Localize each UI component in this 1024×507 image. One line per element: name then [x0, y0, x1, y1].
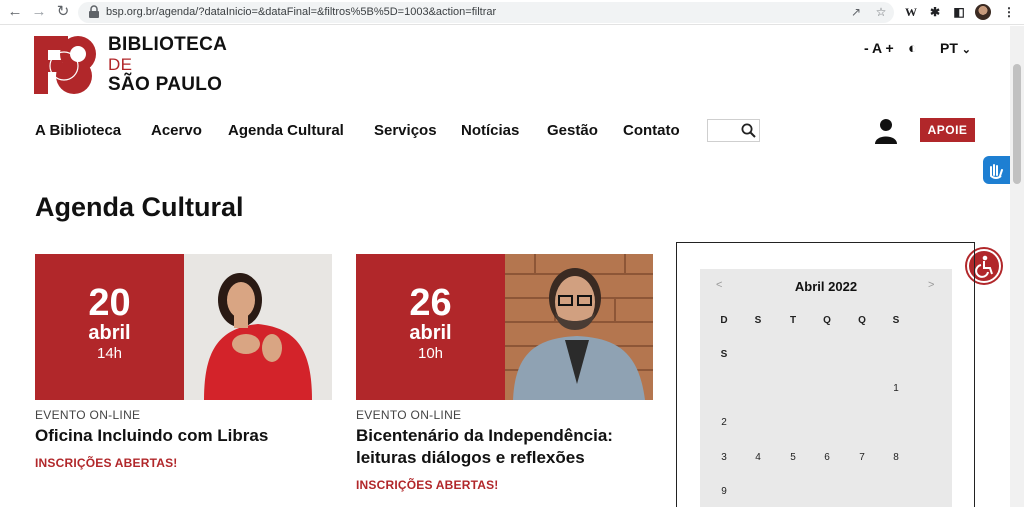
side-panel-icon[interactable]: ◧ — [950, 3, 968, 21]
user-account-icon[interactable] — [875, 118, 897, 144]
search-input[interactable] — [707, 119, 760, 142]
menu-item-servicos[interactable]: Serviços — [374, 122, 437, 139]
event-title[interactable]: Bicentenário da Independência: leituras … — [356, 425, 653, 469]
logo-line-3: SÃO PAULO — [108, 74, 223, 95]
event-day: 26 — [409, 282, 452, 324]
weekday-label: S — [892, 315, 900, 326]
calendar-month-title: Abril 2022 — [794, 279, 858, 294]
weekday-label: Q — [823, 315, 831, 326]
wikipedia-extension-icon[interactable]: W — [902, 3, 920, 21]
share-icon[interactable]: ↗ — [848, 4, 864, 20]
menu-item-a-biblioteca[interactable]: A Biblioteca — [35, 122, 121, 139]
logo-line-2: DE — [108, 55, 133, 74]
weekday-label: D — [720, 315, 728, 326]
calendar-day[interactable]: 9 — [714, 486, 734, 497]
reload-icon[interactable]: ↻ — [54, 3, 72, 21]
event-card[interactable]: 26 abril 10h EVENTO ON-LINE Bicentenário… — [356, 254, 653, 492]
calendar-next-button[interactable]: > — [928, 279, 934, 291]
page-scrollbar[interactable] — [1010, 26, 1024, 507]
event-date-block: 26 abril 10h — [356, 254, 505, 400]
browser-toolbar: ← → ↻ bsp.org.br/agenda/?dataInicio=&dat… — [0, 0, 1024, 25]
calendar-day[interactable]: 8 — [886, 452, 906, 463]
chevron-down-icon: ⌄ — [961, 44, 971, 56]
calendar-day[interactable]: 5 — [783, 452, 803, 463]
calendar-day[interactable]: 4 — [748, 452, 768, 463]
page-title: Agenda Cultural — [35, 192, 244, 222]
calendar-day[interactable]: 3 — [714, 452, 734, 463]
profile-avatar[interactable] — [975, 4, 991, 20]
event-type: EVENTO ON-LINE — [356, 408, 462, 422]
calendar-day[interactable]: 6 — [817, 452, 837, 463]
event-month: abril — [409, 322, 452, 344]
calendar-day[interactable]: 2 — [714, 417, 734, 428]
event-hour: 14h — [96, 345, 123, 362]
event-date-block: 20 abril 14h — [35, 254, 184, 400]
calendar-day[interactable]: 7 — [852, 452, 872, 463]
libras-hands-icon[interactable] — [983, 156, 1010, 184]
calendar-widget: < Abril 2022 > D S T Q Q S S 1 2 3 4 5 6… — [676, 242, 975, 507]
event-title-line-1: Bicentenário da Independência: — [356, 426, 613, 445]
event-type: EVENTO ON-LINE — [35, 408, 141, 422]
event-card-image[interactable]: 20 abril 14h — [35, 254, 332, 400]
weekday-label: S — [754, 315, 762, 326]
bsp-logo-icon[interactable] — [34, 36, 100, 94]
event-photo — [184, 254, 332, 400]
event-status: INSCRIÇÕES ABERTAS! — [35, 456, 178, 470]
menu-kebab-icon[interactable]: ⋮ — [1000, 3, 1018, 21]
back-icon[interactable]: ← — [6, 3, 24, 21]
contrast-icon[interactable]: ◐ — [908, 40, 917, 57]
calendar-day[interactable]: 1 — [886, 383, 906, 394]
site-logo-text[interactable]: BIBLIOTECA DE SÃO PAULO — [108, 35, 227, 95]
menu-item-acervo[interactable]: Acervo — [151, 122, 202, 139]
event-title-line-2: leituras diálogos e reflexões — [356, 448, 585, 467]
address-bar[interactable]: bsp.org.br/agenda/?dataInicio=&dataFinal… — [78, 2, 894, 23]
search-icon[interactable] — [741, 123, 756, 138]
weekday-label: S — [720, 349, 728, 360]
url-text: bsp.org.br/agenda/?dataInicio=&dataFinal… — [106, 6, 497, 18]
menu-item-noticias[interactable]: Notícias — [461, 122, 519, 139]
lock-icon — [89, 5, 99, 18]
page: BIBLIOTECA DE SÃO PAULO - A + ◐ PT ⌄ A B… — [0, 26, 1010, 507]
language-selector[interactable]: PT ⌄ — [940, 40, 971, 56]
event-card-image[interactable]: 26 abril 10h — [356, 254, 653, 400]
scrollbar-thumb[interactable] — [1013, 64, 1021, 184]
menu-item-contato[interactable]: Contato — [623, 122, 680, 139]
calendar: < Abril 2022 > D S T Q Q S S 1 2 3 4 5 6… — [700, 269, 952, 507]
forward-icon[interactable]: → — [30, 3, 48, 21]
extensions-puzzle-icon[interactable]: ✱ — [926, 3, 944, 21]
bookmark-star-icon[interactable]: ☆ — [873, 4, 889, 20]
event-month: abril — [88, 322, 131, 344]
event-day: 20 — [88, 282, 131, 324]
logo-line-1: BIBLIOTECA — [108, 34, 228, 55]
event-card[interactable]: 20 abril 14h EVENTO ON-LINE Oficina Incl… — [35, 254, 332, 470]
event-hour: 10h — [417, 345, 444, 362]
menu-item-gestao[interactable]: Gestão — [547, 122, 598, 139]
font-size-control[interactable]: - A + — [864, 40, 894, 56]
apoie-button[interactable]: APOIE — [920, 118, 975, 142]
language-label: PT — [940, 40, 958, 56]
event-title[interactable]: Oficina Incluindo com Libras — [35, 425, 332, 447]
weekday-label: Q — [858, 315, 866, 326]
event-photo — [505, 254, 653, 400]
menu-item-agenda-cultural[interactable]: Agenda Cultural — [228, 122, 344, 139]
weekday-label: T — [789, 315, 797, 326]
event-status: INSCRIÇÕES ABERTAS! — [356, 478, 499, 492]
